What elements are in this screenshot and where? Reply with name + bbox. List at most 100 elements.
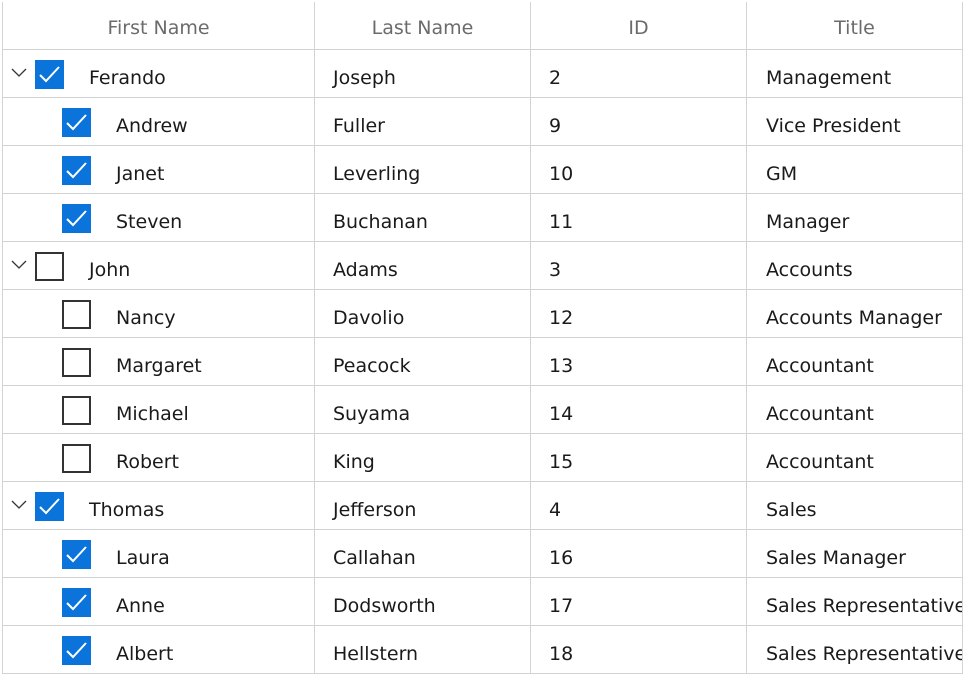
cell-last-name: Suyama [315,386,531,433]
parent-row[interactable]: Thomas Jefferson 4 Sales [3,482,963,530]
cell-first-name: Albert [3,626,315,673]
first-name-text: Janet [116,163,165,185]
cell-id: 15 [531,434,747,481]
cell-last-name: Hellstern [315,626,531,673]
cell-last-name: Dodsworth [315,578,531,625]
row-checkbox[interactable] [35,252,64,281]
first-name-text: Nancy [116,307,176,329]
row-checkbox[interactable] [35,492,64,521]
tree-grid: First Name Last Name ID Title Ferando Jos… [2,2,963,674]
cell-title: Sales Manager [747,530,963,577]
cell-first-name: Andrew [3,98,315,145]
checkmark-icon [66,210,87,227]
row-checkbox[interactable] [62,348,91,377]
first-name-text: Michael [116,403,189,425]
cell-last-name: Fuller [315,98,531,145]
column-header-first-name[interactable]: First Name [3,2,315,49]
cell-title: Accounts Manager [747,290,963,337]
cell-title: Sales Representative [747,578,963,625]
cell-last-name: Davolio [315,290,531,337]
row-checkbox[interactable] [62,300,91,329]
row-checkbox[interactable] [62,540,91,569]
checkmark-icon [66,546,87,563]
first-name-text: Laura [116,547,170,569]
cell-first-name: Thomas [3,482,315,529]
child-row[interactable]: Robert King 15 Accountant [3,434,963,482]
cell-last-name: Peacock [315,338,531,385]
cell-first-name: Janet [3,146,315,193]
chevron-down-icon[interactable] [9,494,29,514]
cell-first-name: Margaret [3,338,315,385]
cell-id: 17 [531,578,747,625]
chevron-down-icon[interactable] [9,62,29,82]
cell-first-name: Laura [3,530,315,577]
checkmark-icon [39,66,60,83]
cell-id: 18 [531,626,747,673]
cell-last-name: Adams [315,242,531,289]
first-name-text: John [89,259,131,281]
cell-id: 9 [531,98,747,145]
cell-id: 10 [531,146,747,193]
cell-last-name: Buchanan [315,194,531,241]
row-checkbox[interactable] [62,204,91,233]
child-row[interactable]: Nancy Davolio 12 Accounts Manager [3,290,963,338]
first-name-text: Thomas [89,499,165,521]
cell-first-name: Robert [3,434,315,481]
row-checkbox[interactable] [62,108,91,137]
parent-row[interactable]: John Adams 3 Accounts [3,242,963,290]
column-header-id[interactable]: ID [531,2,747,49]
checkmark-icon [66,162,87,179]
row-checkbox[interactable] [62,588,91,617]
row-checkbox[interactable] [35,60,64,89]
cell-last-name: Jefferson [315,482,531,529]
row-checkbox[interactable] [62,396,91,425]
cell-title: Manager [747,194,963,241]
first-name-text: Ferando [89,67,166,89]
grid-body: Ferando Joseph 2 Management Andrew Fuller 9 Vic… [3,50,963,674]
checkmark-icon [66,114,87,131]
checkmark-icon [66,594,87,611]
child-row[interactable]: Margaret Peacock 13 Accountant [3,338,963,386]
header-row: First Name Last Name ID Title [3,2,963,50]
column-header-last-name[interactable]: Last Name [315,2,531,49]
checkmark-icon [66,642,87,659]
cell-first-name: John [3,242,315,289]
cell-last-name: Joseph [315,50,531,97]
child-row[interactable]: Anne Dodsworth 17 Sales Representative [3,578,963,626]
cell-title: Accounts [747,242,963,289]
cell-id: 14 [531,386,747,433]
cell-id: 3 [531,242,747,289]
first-name-text: Anne [116,595,165,617]
cell-title: GM [747,146,963,193]
cell-id: 4 [531,482,747,529]
child-row[interactable]: Steven Buchanan 11 Manager [3,194,963,242]
cell-id: 16 [531,530,747,577]
row-checkbox[interactable] [62,156,91,185]
first-name-text: Margaret [116,355,202,377]
row-checkbox[interactable] [62,636,91,665]
cell-title: Sales [747,482,963,529]
cell-title: Management [747,50,963,97]
first-name-text: Steven [116,211,183,233]
cell-last-name: Leverling [315,146,531,193]
child-row[interactable]: Janet Leverling 10 GM [3,146,963,194]
child-row[interactable]: Michael Suyama 14 Accountant [3,386,963,434]
child-row[interactable]: Albert Hellstern 18 Sales Representative [3,626,963,674]
cell-title: Accountant [747,386,963,433]
cell-id: 11 [531,194,747,241]
parent-row[interactable]: Ferando Joseph 2 Management [3,50,963,98]
cell-last-name: King [315,434,531,481]
chevron-down-icon[interactable] [9,254,29,274]
checkmark-icon [39,498,60,515]
cell-title: Accountant [747,434,963,481]
child-row[interactable]: Laura Callahan 16 Sales Manager [3,530,963,578]
cell-title: Accountant [747,338,963,385]
cell-first-name: Nancy [3,290,315,337]
child-row[interactable]: Andrew Fuller 9 Vice President [3,98,963,146]
first-name-text: Robert [116,451,179,473]
row-checkbox[interactable] [62,444,91,473]
cell-first-name: Michael [3,386,315,433]
cell-id: 13 [531,338,747,385]
cell-id: 2 [531,50,747,97]
column-header-title[interactable]: Title [747,2,963,49]
